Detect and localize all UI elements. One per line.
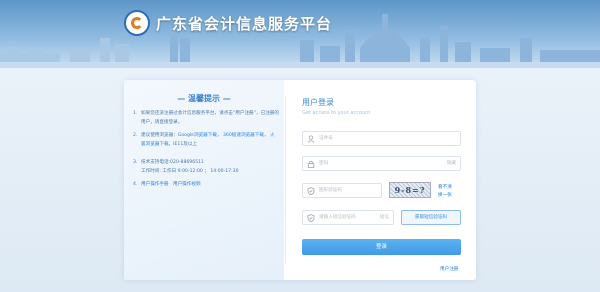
- login-button[interactable]: 登录: [302, 239, 461, 255]
- google-browser-link[interactable]: Google浏览器下载: [178, 133, 217, 138]
- login-card: — 温馨提示 — 1. 如果您还没注册过会计信息服务平台，请点击“用户注册”，已…: [124, 80, 476, 280]
- user-video-link[interactable]: 用户操作视频: [173, 182, 201, 187]
- tip-number: 2.: [133, 133, 138, 138]
- tip-number: 3.: [133, 160, 138, 165]
- lock-icon: [307, 160, 315, 168]
- tip-text: 如果您还没注册过会计信息服务平台，请点击“用户注册”，已注册的用户，请直接登录。: [141, 111, 279, 125]
- sms-code-field[interactable]: 请输入短信验证码 短信: [302, 210, 394, 225]
- user-icon: [307, 135, 315, 143]
- sms-label: 短信: [379, 215, 389, 220]
- platform-logo-icon: [124, 10, 150, 36]
- work-hours: 工作时间: 工作日 9:00-12:00 ； 14:00-17:30: [141, 169, 239, 174]
- captcha-refresh-link-2[interactable]: 换一张: [438, 192, 452, 198]
- header-banner: 广东省会计信息服务平台: [0, 0, 600, 68]
- login-title: 用户登录: [302, 98, 334, 107]
- tips-title: — 温馨提示 —: [177, 94, 231, 103]
- site-title: 广东省会计信息服务平台: [156, 15, 333, 33]
- password-visibility-toggle[interactable]: 隐藏: [447, 160, 456, 168]
- username-placeholder: 证件号: [319, 136, 333, 141]
- panel-divider: [285, 96, 286, 264]
- 360-browser-link[interactable]: 360极速浏览器下载: [223, 133, 264, 138]
- shield-icon: [307, 214, 315, 223]
- password-placeholder: 密码: [319, 161, 329, 166]
- tip-text: 建议使用浏览器：Google浏览器下载， 360极速浏览器下载， 火狐浏览器下载…: [141, 133, 275, 147]
- register-link[interactable]: 用户注册: [440, 266, 458, 272]
- tip-text: 技术支持电话:020-88696511 工作时间: 工作日 9:00-12:00…: [141, 158, 279, 176]
- tip-number: 4.: [133, 182, 138, 187]
- tip-text: 用户操作手册 用户操作视频: [141, 180, 279, 189]
- shield-icon: [307, 187, 315, 196]
- get-sms-code-button[interactable]: 获取短信验证码: [401, 210, 461, 225]
- captcha-image[interactable]: 9-8=?: [389, 182, 431, 198]
- tip-number: 1.: [133, 111, 138, 116]
- captcha-refresh-link[interactable]: 看不清: [438, 184, 452, 190]
- user-manual-link[interactable]: 用户操作手册: [141, 182, 169, 187]
- sms-code-placeholder: 请输入短信验证码: [319, 215, 356, 220]
- password-field[interactable]: 密码 隐藏: [302, 156, 461, 171]
- captcha-field[interactable]: 图形验证码: [302, 183, 382, 198]
- captcha-placeholder: 图形验证码: [319, 188, 342, 193]
- username-field[interactable]: 证件号: [302, 131, 461, 146]
- support-phone: 技术支持电话:020-88696511: [141, 160, 204, 165]
- tips-panel: — 温馨提示 — 1. 如果您还没注册过会计信息服务平台，请点击“用户注册”，已…: [124, 80, 284, 280]
- login-subtitle: Get access to your account: [302, 110, 371, 116]
